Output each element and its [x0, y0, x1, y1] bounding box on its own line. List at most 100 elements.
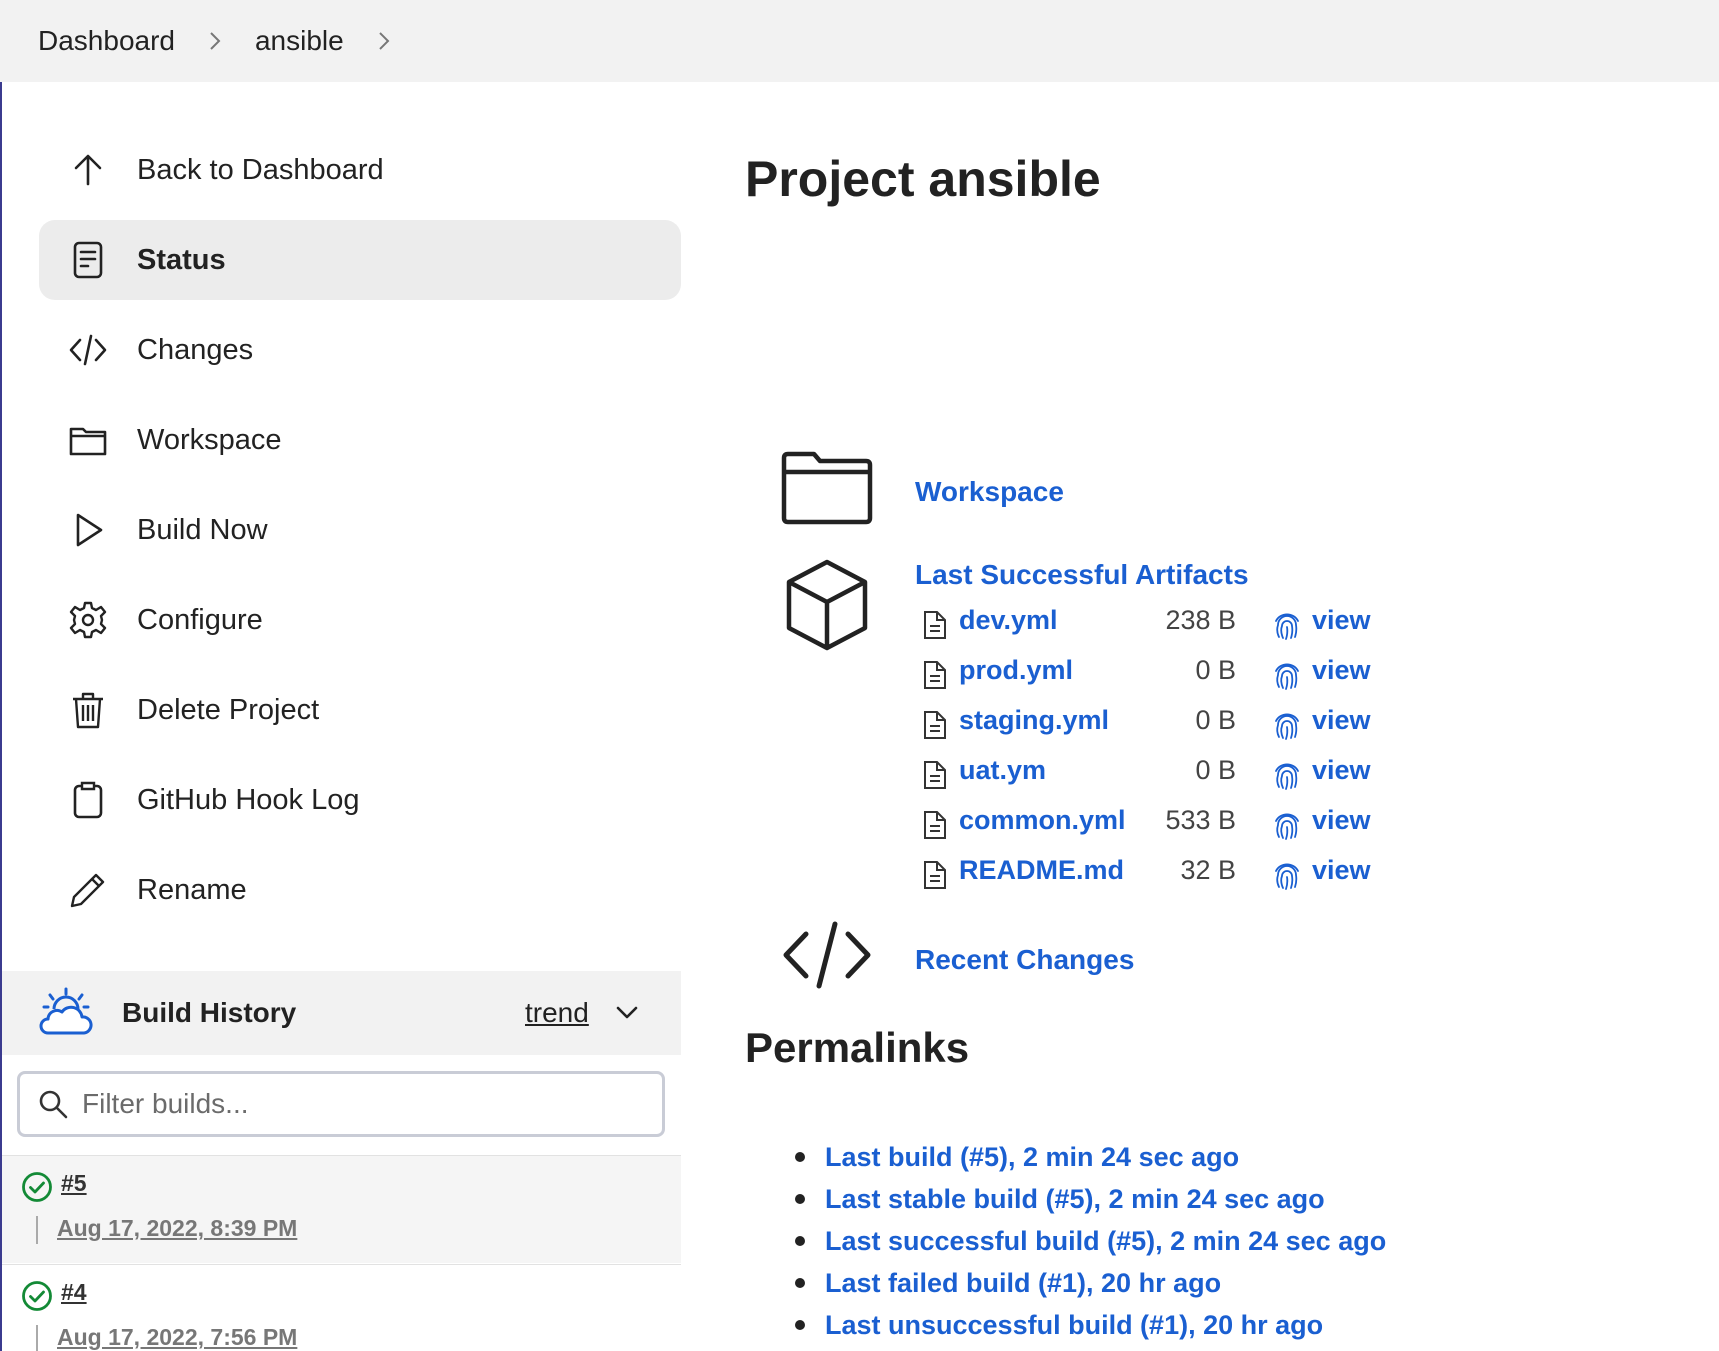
success-check-icon	[22, 1172, 52, 1202]
permalink-last-unsuccessful-build[interactable]: Last unsuccessful build (#1), 20 hr ago	[795, 1304, 1386, 1346]
permalinks-list: Last build (#5), 2 min 24 sec ago Last s…	[795, 1136, 1386, 1346]
artifact-view-link[interactable]: view	[1312, 655, 1371, 686]
folder-icon	[781, 451, 873, 525]
filter-builds-input[interactable]	[82, 1088, 642, 1120]
build-timeline-line	[36, 1216, 38, 1244]
clipboard-icon	[65, 777, 111, 823]
artifact-name-link[interactable]: common.yml	[959, 805, 1126, 836]
workspace-link[interactable]: Workspace	[915, 476, 1064, 508]
page-title: Project ansible	[745, 151, 1101, 207]
file-icon	[924, 611, 946, 639]
build-history-header: Build History trend	[2, 971, 681, 1055]
file-icon	[924, 761, 946, 789]
chevron-down-icon[interactable]	[614, 999, 640, 1025]
sidebar-item-delete-project[interactable]: Delete Project	[39, 670, 681, 750]
code-icon	[783, 921, 871, 989]
sidebar-item-status[interactable]: Status	[39, 220, 681, 300]
sidebar-item-configure[interactable]: Configure	[39, 580, 681, 660]
sidebar-item-changes[interactable]: Changes	[39, 310, 681, 390]
breadcrumb: Dashboard ansible	[0, 0, 1719, 82]
artifact-size: 238 B	[1165, 605, 1236, 635]
sidebar-item-label: Back to Dashboard	[137, 153, 384, 186]
artifact-name-link[interactable]: staging.yml	[959, 705, 1109, 736]
arrow-up-icon	[65, 147, 111, 193]
last-successful-artifacts-link[interactable]: Last Successful Artifacts	[915, 559, 1249, 591]
sidebar-item-build-now[interactable]: Build Now	[39, 490, 681, 570]
permalink-last-successful-build[interactable]: Last successful build (#5), 2 min 24 sec…	[795, 1220, 1386, 1262]
filter-builds-field	[17, 1071, 665, 1137]
artifact-size: 32 B	[1180, 855, 1236, 885]
fingerprint-icon[interactable]	[1272, 759, 1302, 791]
success-check-icon	[22, 1281, 52, 1311]
sidebar-item-rename[interactable]: Rename	[39, 850, 681, 930]
sidebar-item-workspace[interactable]: Workspace	[39, 400, 681, 480]
fingerprint-icon[interactable]	[1272, 809, 1302, 841]
permalinks-title: Permalinks	[745, 1024, 970, 1071]
permalink-last-build[interactable]: Last build (#5), 2 min 24 sec ago	[795, 1136, 1386, 1178]
build-number-link[interactable]: #5	[61, 1170, 87, 1197]
artifact-row: README.md 32 B view	[922, 851, 1382, 895]
permalink-last-stable-build[interactable]: Last stable build (#5), 2 min 24 sec ago	[795, 1178, 1386, 1220]
trend-link[interactable]: trend	[525, 997, 589, 1029]
sidebar-item-label: Delete Project	[137, 693, 320, 726]
sidebar-item-back-to-dashboard[interactable]: Back to Dashboard	[39, 130, 681, 210]
build-row: #5 Aug 17, 2022, 8:39 PM	[2, 1155, 681, 1263]
build-timeline-line	[36, 1325, 38, 1351]
file-icon	[924, 711, 946, 739]
fingerprint-icon[interactable]	[1272, 609, 1302, 641]
sidebar-item-label: Changes	[137, 333, 254, 366]
sidebar-item-label: GitHub Hook Log	[137, 783, 360, 816]
artifact-row: common.yml 533 B view	[922, 801, 1382, 845]
build-date-link[interactable]: Aug 17, 2022, 7:56 PM	[57, 1324, 297, 1351]
side-nav: Back to Dashboard Status Changes Workspa…	[39, 130, 681, 940]
package-box-icon	[786, 559, 868, 651]
chevron-right-icon[interactable]	[344, 30, 424, 52]
pencil-icon	[65, 867, 111, 913]
file-icon	[924, 811, 946, 839]
artifact-row: staging.yml 0 B view	[922, 701, 1382, 745]
sidebar-item-label: Rename	[137, 873, 247, 906]
artifact-row: prod.yml 0 B view	[922, 651, 1382, 695]
sidebar-item-label: Workspace	[137, 423, 282, 456]
artifact-size: 533 B	[1165, 805, 1236, 835]
sidebar-item-label: Build Now	[137, 513, 268, 546]
artifact-row: uat.ym 0 B view	[922, 751, 1382, 795]
permalink-last-failed-build[interactable]: Last failed build (#1), 20 hr ago	[795, 1262, 1386, 1304]
document-icon	[65, 237, 111, 283]
breadcrumb-ansible[interactable]: ansible	[255, 25, 344, 57]
file-icon	[924, 661, 946, 689]
fingerprint-icon[interactable]	[1272, 659, 1302, 691]
gear-icon	[65, 597, 111, 643]
file-icon	[924, 861, 946, 889]
build-history-title: Build History	[122, 997, 297, 1028]
play-icon	[65, 507, 111, 553]
artifact-view-link[interactable]: view	[1312, 605, 1371, 636]
artifact-view-link[interactable]: view	[1312, 855, 1371, 886]
fingerprint-icon[interactable]	[1272, 859, 1302, 891]
recent-changes-link[interactable]: Recent Changes	[915, 944, 1134, 976]
artifact-size: 0 B	[1195, 655, 1236, 685]
chevron-right-icon	[175, 30, 255, 52]
build-number-link[interactable]: #4	[61, 1279, 87, 1306]
build-date-link[interactable]: Aug 17, 2022, 8:39 PM	[57, 1215, 297, 1242]
artifact-name-link[interactable]: dev.yml	[959, 605, 1058, 636]
trash-icon	[65, 687, 111, 733]
folder-icon	[65, 417, 111, 463]
code-icon	[65, 327, 111, 373]
artifact-name-link[interactable]: README.md	[959, 855, 1124, 886]
artifact-name-link[interactable]: uat.ym	[959, 755, 1046, 786]
artifact-size: 0 B	[1195, 755, 1236, 785]
breadcrumb-dashboard[interactable]: Dashboard	[38, 25, 175, 57]
sidebar-item-label: Status	[137, 243, 226, 276]
artifact-view-link[interactable]: view	[1312, 705, 1371, 736]
sidebar-item-github-hook-log[interactable]: GitHub Hook Log	[39, 760, 681, 840]
weather-sunny-cloud-icon	[39, 987, 93, 1035]
sidebar-item-label: Configure	[137, 603, 263, 636]
search-icon	[39, 1090, 68, 1119]
artifact-view-link[interactable]: view	[1312, 805, 1371, 836]
artifact-view-link[interactable]: view	[1312, 755, 1371, 786]
artifact-size: 0 B	[1195, 705, 1236, 735]
fingerprint-icon[interactable]	[1272, 709, 1302, 741]
artifact-name-link[interactable]: prod.yml	[959, 655, 1073, 686]
artifact-row: dev.yml 238 B view	[922, 601, 1382, 645]
